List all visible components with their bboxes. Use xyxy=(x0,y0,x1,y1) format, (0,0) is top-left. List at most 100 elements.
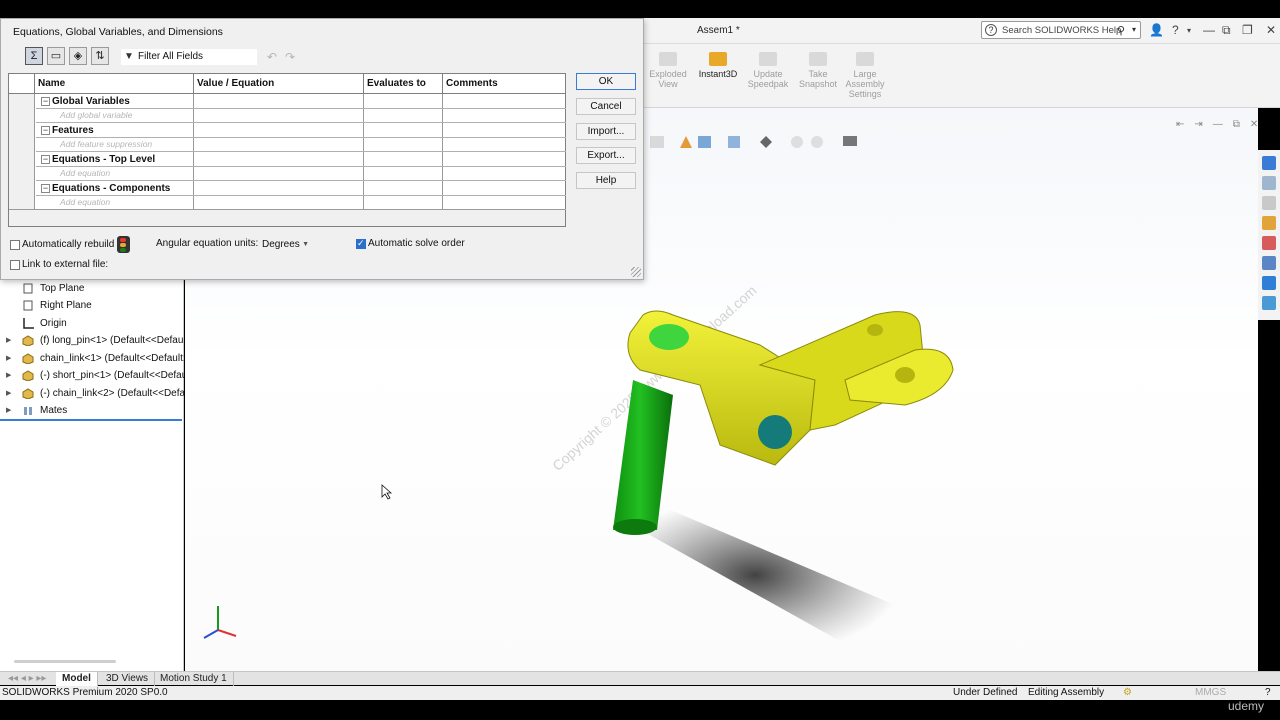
angular-units-select[interactable]: Degrees ▼ xyxy=(259,237,313,253)
view-settings-icon[interactable] xyxy=(843,136,857,146)
minimize-icon[interactable]: — xyxy=(1203,23,1215,37)
section-equations-components[interactable]: − Equations - Components xyxy=(36,182,566,196)
add-row-placeholder: Add global variable xyxy=(60,110,133,120)
tab-model[interactable]: Model xyxy=(56,672,98,686)
zoom-fit-icon[interactable] xyxy=(650,136,664,148)
exploded-view-button[interactable]: Exploded View xyxy=(646,52,690,89)
maximize-icon[interactable]: ❐ xyxy=(1242,23,1253,37)
section-view-icon[interactable] xyxy=(698,136,711,148)
undo-redo-icons[interactable]: ↶↷ xyxy=(267,50,303,64)
appearance-icon[interactable] xyxy=(811,136,823,148)
status-help-icon[interactable]: ? xyxy=(1265,686,1271,700)
expand-arrow-icon[interactable]: ▶ xyxy=(6,385,11,402)
tree-item-chain-link-1[interactable]: ▶ chain_link<1> (Default<<Default: xyxy=(0,350,184,367)
add-feature-suppression-row[interactable]: Add feature suppression xyxy=(36,138,566,152)
update-speedpak-button[interactable]: Update Speedpak xyxy=(746,52,790,89)
link-external-file-checkbox[interactable] xyxy=(10,260,20,270)
restore-icon[interactable]: ⧉ xyxy=(1222,23,1231,38)
section-title: Equations - Top Level xyxy=(52,154,156,165)
large-assembly-settings-button[interactable]: Large Assembly Settings xyxy=(842,52,888,99)
hide-show-icon[interactable] xyxy=(791,136,803,148)
ordered-view-button[interactable]: ⇅ xyxy=(91,47,109,65)
close-icon[interactable]: ✕ xyxy=(1266,23,1276,37)
auto-solve-order-checkbox[interactable] xyxy=(356,238,366,249)
assembly-model[interactable] xyxy=(585,245,965,675)
ok-button[interactable]: OK xyxy=(576,73,636,90)
expand-arrow-icon[interactable]: ▶ xyxy=(6,367,11,384)
help-button[interactable]: Help xyxy=(576,172,636,189)
previous-view-icon[interactable] xyxy=(680,136,692,148)
tree-item-origin[interactable]: Origin xyxy=(0,315,184,332)
tree-item-right-plane[interactable]: Right Plane xyxy=(0,297,184,314)
column-header-value: Value / Equation xyxy=(194,74,364,94)
reference-triad xyxy=(203,606,237,639)
filter-all-fields[interactable]: ▼ Filter All Fields xyxy=(121,49,257,65)
expand-arrow-icon[interactable]: ▶ xyxy=(6,350,11,367)
section-features[interactable]: − Features xyxy=(36,124,566,138)
tree-item-label: Origin xyxy=(40,318,67,329)
search-icon[interactable]: ⚲ xyxy=(1117,24,1125,37)
help-menu-chevron-icon[interactable]: ▾ xyxy=(1187,26,1191,35)
collapse-icon[interactable]: − xyxy=(41,184,50,193)
add-global-variable-row[interactable]: Add global variable xyxy=(36,109,566,123)
tree-item-top-plane[interactable]: Top Plane xyxy=(0,280,184,297)
viewport-window-controls[interactable]: ⇤⇥—⧉✕ xyxy=(1176,119,1268,130)
tree-scrollbar[interactable] xyxy=(14,660,116,663)
clevis-hole xyxy=(895,367,915,383)
solidworks-window: Assem1 * ? Search SOLIDWORKS Help ⚲ ▾ 👤 … xyxy=(0,0,1280,720)
heads-up-view-toolbar[interactable] xyxy=(650,133,880,151)
origin-icon xyxy=(23,318,34,329)
design-library-icon[interactable] xyxy=(1262,176,1276,190)
tree-item-mates[interactable]: ▶ Mates xyxy=(0,402,184,419)
large-assembly-label-1: Large xyxy=(853,69,877,79)
tab-motion-study-1[interactable]: Motion Study 1 xyxy=(154,672,234,686)
chevron-down-icon[interactable]: ▾ xyxy=(1132,25,1136,34)
add-equation-components-row[interactable]: Add equation xyxy=(36,196,566,210)
import-button[interactable]: Import... xyxy=(576,123,636,140)
part-icon xyxy=(22,335,34,346)
expand-arrow-icon[interactable]: ▶ xyxy=(6,332,11,349)
part-icon xyxy=(22,388,34,399)
plane-icon xyxy=(23,283,33,294)
custom-properties-icon[interactable] xyxy=(1262,256,1276,270)
home-icon[interactable] xyxy=(1262,156,1276,170)
view-palette-icon[interactable] xyxy=(1262,216,1276,230)
collapse-icon[interactable]: − xyxy=(41,155,50,164)
file-explorer-icon[interactable] xyxy=(1262,196,1276,210)
add-equation-top-row[interactable]: Add equation xyxy=(36,167,566,181)
resize-grip-icon[interactable] xyxy=(631,267,641,277)
cancel-button[interactable]: Cancel xyxy=(576,98,636,115)
appearances-icon[interactable] xyxy=(1262,236,1276,250)
sketch-equation-view-button[interactable]: ▭ xyxy=(47,47,65,65)
display-style-icon[interactable] xyxy=(760,136,772,148)
section-equations-top-level[interactable]: − Equations - Top Level xyxy=(36,153,566,167)
tab-3d-views[interactable]: 3D Views xyxy=(100,672,156,686)
instant3d-button[interactable]: Instant3D xyxy=(694,52,742,79)
tree-item-chain-link-2[interactable]: ▶ (-) chain_link<2> (Default<<Defa xyxy=(0,385,184,402)
auto-rebuild-checkbox[interactable] xyxy=(10,240,20,250)
tree-item-short-pin[interactable]: ▶ (-) short_pin<1> (Default<<Defau xyxy=(0,367,184,384)
user-icon[interactable]: 👤 xyxy=(1149,23,1164,37)
tree-selection-line xyxy=(0,419,182,421)
forum-icon[interactable] xyxy=(1262,296,1276,310)
tree-item-long-pin[interactable]: ▶ (f) long_pin<1> (Default<<Defaul xyxy=(0,332,184,349)
udemy-logo: udemy xyxy=(1228,699,1265,713)
unit-system[interactable]: MMGS xyxy=(1195,686,1226,700)
dimension-view-button[interactable]: ◈ xyxy=(69,47,87,65)
collapse-icon[interactable]: − xyxy=(41,126,50,135)
equation-view-button[interactable]: Σ xyxy=(25,47,43,65)
collapse-icon[interactable]: − xyxy=(41,97,50,106)
help-search-box[interactable]: ? Search SOLIDWORKS Help ⚲ ▾ xyxy=(981,21,1141,39)
expand-arrow-icon[interactable]: ▶ xyxy=(6,402,11,419)
link-external-file-label: Link to external file: xyxy=(22,259,109,270)
section-global-variables[interactable]: − Global Variables xyxy=(36,95,566,109)
add-row-placeholder: Add feature suppression xyxy=(60,139,153,149)
view-orientation-icon[interactable] xyxy=(728,136,740,148)
add-row-placeholder: Add equation xyxy=(60,197,111,207)
globe-icon[interactable] xyxy=(1262,276,1276,290)
take-snapshot-button[interactable]: Take Snapshot xyxy=(796,52,840,89)
export-button[interactable]: Export... xyxy=(576,147,636,164)
help-icon[interactable]: ? xyxy=(1172,23,1179,37)
tab-nav-arrows-icon[interactable]: ◂◂ ◂ ▸ ▸▸ xyxy=(2,672,52,686)
rebuild-icon[interactable]: ⚙ xyxy=(1123,686,1132,700)
